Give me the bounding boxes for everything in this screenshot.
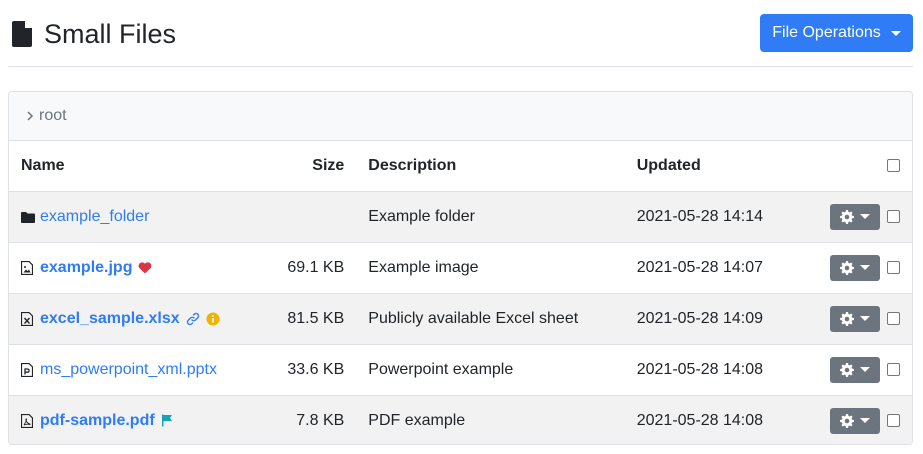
file-name-link[interactable]: pdf-sample.pdf: [40, 412, 155, 430]
table-row[interactable]: pdf-sample.pdf 7.8 KB PDF example 2021-0…: [9, 395, 912, 444]
gear-icon: [840, 413, 855, 428]
file-name-link[interactable]: ms_powerpoint_xml.pptx: [40, 361, 217, 379]
file-list-card: root Name Size Description Updated examp…: [8, 91, 913, 445]
name-cell: example.jpg: [9, 242, 273, 294]
breadcrumb-root[interactable]: root: [39, 107, 67, 125]
actions-cell: [794, 395, 885, 444]
file-operations-button[interactable]: File Operations: [760, 14, 913, 52]
updated-cell: 2021-05-28 14:07: [624, 242, 795, 294]
updated-cell: 2021-05-28 14:09: [624, 293, 795, 345]
gear-icon: [840, 260, 855, 275]
row-actions-button[interactable]: [830, 203, 881, 230]
image-file-icon: [20, 260, 34, 275]
row-actions-button[interactable]: [830, 254, 881, 281]
updated-cell: 2021-05-28 14:14: [624, 191, 795, 243]
name-cell: excel_sample.xlsx: [9, 293, 273, 345]
gear-icon: [840, 209, 855, 224]
column-header-description[interactable]: Description: [356, 141, 625, 192]
size-cell: 69.1 KB: [272, 242, 357, 294]
caret-down-icon: [860, 265, 871, 270]
actions-cell: [794, 242, 885, 294]
table-row[interactable]: example.jpg 69.1 KB Example image 2021-0…: [9, 242, 912, 294]
caret-down-icon: [860, 418, 871, 424]
page-title-group: Small Files: [12, 19, 176, 49]
caret-down-icon: [860, 214, 871, 219]
row-actions-button[interactable]: [830, 305, 881, 332]
column-header-size[interactable]: Size: [272, 141, 357, 192]
folder-icon: [21, 210, 35, 224]
page-title: Small Files: [44, 19, 177, 49]
size-cell: 7.8 KB: [272, 395, 357, 444]
select-all-checkbox[interactable]: [887, 159, 900, 173]
description-cell: Example folder: [356, 191, 625, 243]
select-cell: [884, 242, 912, 294]
heart-icon: [138, 261, 152, 274]
row-checkbox[interactable]: [887, 414, 900, 428]
info-icon: [206, 312, 220, 326]
table-row[interactable]: ms_powerpoint_xml.pptx 33.6 KB Powerpoin…: [9, 344, 912, 396]
description-cell: Example image: [356, 242, 625, 294]
updated-cell: 2021-05-28 14:08: [624, 344, 795, 396]
table-header-row: Name Size Description Updated: [9, 141, 912, 192]
file-table: Name Size Description Updated example_fo…: [9, 141, 912, 444]
table-row[interactable]: example_folder Example folder 2021-05-28…: [9, 191, 912, 243]
caret-down-icon: [860, 316, 871, 321]
row-checkbox[interactable]: [887, 311, 900, 325]
row-checkbox[interactable]: [887, 362, 900, 376]
file-name-link[interactable]: excel_sample.xlsx: [40, 310, 180, 328]
description-cell: PDF example: [356, 395, 625, 444]
caret-down-icon: [860, 367, 871, 372]
size-cell: 81.5 KB: [272, 293, 357, 345]
chevron-right-icon: [27, 111, 34, 121]
column-header-name[interactable]: Name: [9, 141, 273, 192]
gear-icon: [840, 362, 855, 377]
row-actions-button[interactable]: [830, 356, 881, 383]
name-cell: example_folder: [9, 191, 273, 243]
size-cell: [272, 191, 357, 243]
name-cell: pdf-sample.pdf: [9, 395, 273, 444]
updated-cell: 2021-05-28 14:08: [624, 395, 795, 444]
row-checkbox[interactable]: [887, 209, 900, 223]
size-cell: 33.6 KB: [272, 344, 357, 396]
column-header-actions: [794, 141, 885, 192]
file-name-link[interactable]: example_folder: [40, 208, 149, 226]
actions-cell: [794, 344, 885, 396]
file-name-link[interactable]: example.jpg: [40, 259, 132, 277]
name-cell: ms_powerpoint_xml.pptx: [9, 344, 273, 396]
gear-icon: [840, 311, 855, 326]
excel-file-icon: [20, 311, 34, 326]
select-cell: [884, 191, 912, 243]
actions-cell: [794, 191, 885, 243]
column-header-updated[interactable]: Updated: [624, 141, 795, 192]
description-cell: Powerpoint example: [356, 344, 625, 396]
row-actions-button[interactable]: [830, 407, 881, 434]
row-checkbox[interactable]: [887, 260, 900, 274]
select-cell: [884, 344, 912, 396]
table-row[interactable]: excel_sample.xlsx 81.5 KB Publicly avail…: [9, 293, 912, 345]
link-icon: [186, 312, 200, 326]
column-header-select: [884, 141, 912, 192]
breadcrumb: root: [9, 92, 912, 141]
file-icon: [12, 21, 32, 47]
select-cell: [884, 293, 912, 345]
caret-down-icon: [890, 30, 901, 36]
page-header: Small Files File Operations: [8, 0, 913, 67]
flag-icon: [161, 414, 173, 427]
pdf-file-icon: [20, 413, 34, 428]
description-cell: Publicly available Excel sheet: [356, 293, 625, 345]
file-operations-label: File Operations: [772, 24, 881, 41]
powerpoint-file-icon: [20, 362, 34, 377]
actions-cell: [794, 293, 885, 345]
select-cell: [884, 395, 912, 444]
